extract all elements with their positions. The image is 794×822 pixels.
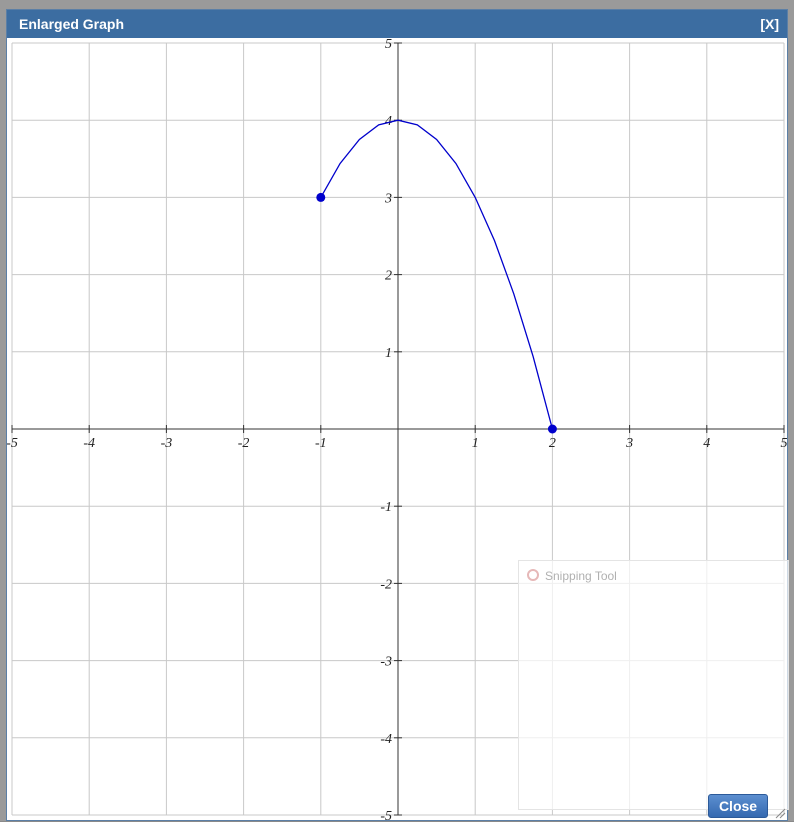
y-tick-label: 2 <box>385 269 392 284</box>
x-tick-label: 5 <box>781 436 788 451</box>
snipping-tool-overlay: Snipping Tool <box>518 560 789 810</box>
dialog-titlebar[interactable]: Enlarged Graph [X] <box>7 10 787 38</box>
endpoint-dot <box>547 424 557 434</box>
resize-grip-icon[interactable] <box>774 807 786 819</box>
y-tick-label: -2 <box>380 577 392 592</box>
scissors-icon <box>527 569 539 581</box>
y-tick-label: -5 <box>380 809 392 822</box>
x-tick-label: -5 <box>7 436 18 451</box>
y-tick-label: 3 <box>384 191 392 206</box>
y-tick-label: -4 <box>380 732 392 747</box>
x-tick-label: -1 <box>315 436 327 451</box>
y-tick-label: 5 <box>385 39 392 52</box>
x-tick-label: 1 <box>472 436 479 451</box>
endpoint-dot <box>316 192 326 202</box>
close-button[interactable]: Close <box>708 794 768 818</box>
x-tick-label: 2 <box>549 436 556 451</box>
enlarged-graph-dialog: Enlarged Graph [X] -5 -4 -3 -2 -1 1 2 3 4 5 -5 -4 -3… <box>6 9 789 822</box>
close-x-button[interactable]: [X] <box>760 16 779 32</box>
x-tick-label: -4 <box>83 436 95 451</box>
x-tick-label: 3 <box>625 436 633 451</box>
y-tick-label: -1 <box>380 500 392 515</box>
dialog-title: Enlarged Graph <box>19 16 125 32</box>
y-tick-label: 1 <box>385 346 392 361</box>
snipping-tool-title: Snipping Tool <box>545 569 617 583</box>
x-tick-label: -2 <box>238 436 250 451</box>
x-tick-label: -3 <box>161 436 173 451</box>
x-tick-label: 4 <box>703 436 710 451</box>
y-tick-label: -3 <box>380 655 392 670</box>
